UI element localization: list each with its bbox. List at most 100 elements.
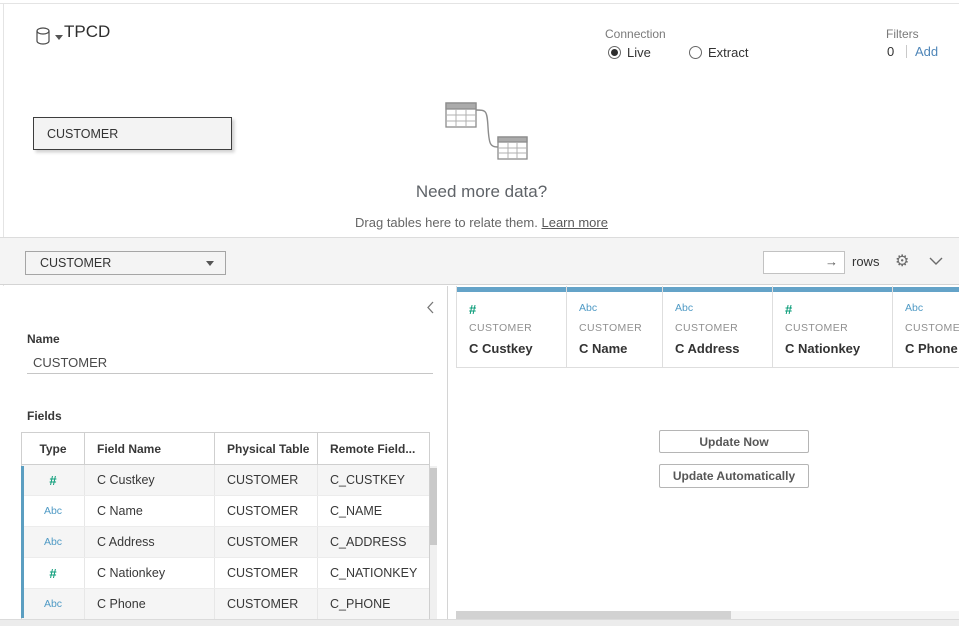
field-name-cell: C Address — [85, 527, 215, 557]
extract-radio-label[interactable]: Extract — [708, 45, 748, 60]
rows-input-box: → — [763, 251, 845, 274]
physical-table-cell: CUSTOMER — [215, 496, 318, 526]
tableau-datasource-page: TPCD Connection Live Extract Filters 0 A… — [0, 0, 959, 626]
add-filter-link[interactable]: Add — [915, 44, 938, 59]
remote-field-cell: C_PHONE — [318, 589, 429, 619]
datasource-header: TPCD Connection Live Extract Filters 0 A… — [4, 4, 959, 94]
column-field-name: C Nationkey — [785, 341, 860, 356]
table-details-toolbar: CUSTOMER → rows ⚙ — [0, 237, 959, 285]
extract-radio[interactable] — [689, 46, 702, 59]
column-table-name: CUSTOMER — [785, 322, 848, 334]
column-header-physical-table[interactable]: Physical Table — [215, 433, 318, 464]
database-icon[interactable] — [35, 27, 51, 46]
field-type-cell: Abc — [22, 589, 85, 619]
field-name-cell: C Custkey — [85, 465, 215, 495]
field-type-icon[interactable]: # — [49, 566, 56, 581]
column-header-remote-field[interactable]: Remote Field... — [318, 433, 429, 464]
column-table-name: CUSTOMER — [579, 322, 642, 334]
field-type-icon[interactable]: Abc — [44, 505, 62, 517]
column-table-name: CUSTOMER — [469, 322, 532, 334]
physical-table-cell: CUSTOMER — [215, 465, 318, 495]
field-type-icon[interactable]: # — [49, 473, 56, 488]
update-now-button[interactable]: Update Now — [659, 430, 809, 453]
filters-count: 0 — [887, 44, 894, 59]
field-type-cell: # — [22, 465, 85, 495]
table-row[interactable]: # C Nationkey CUSTOMER C_NATIONKEY — [22, 558, 429, 589]
grid-column-accent-bar — [773, 287, 892, 292]
rows-label: rows — [852, 254, 879, 269]
grid-column-header[interactable]: Abc CUSTOMER C Phone — [893, 286, 959, 367]
remote-field-cell: C_NAME — [318, 496, 429, 526]
table-row[interactable]: Abc C Phone CUSTOMER C_PHONE — [22, 589, 429, 620]
update-automatically-button[interactable]: Update Automatically — [659, 464, 809, 488]
field-name-cell: C Phone — [85, 589, 215, 619]
column-header-field-name[interactable]: Field Name — [85, 433, 215, 464]
live-radio-label[interactable]: Live — [627, 45, 651, 60]
fields-table: Type Field Name Physical Table Remote Fi… — [21, 432, 437, 620]
chevron-left-icon[interactable] — [426, 301, 434, 314]
fields-table-body: # C Custkey CUSTOMER C_CUSTKEY Abc C Nam… — [21, 465, 430, 620]
column-type-icon: Abc — [905, 302, 923, 314]
table-row[interactable]: # C Custkey CUSTOMER C_CUSTKEY — [22, 465, 429, 496]
grid-column-header[interactable]: # CUSTOMER C Nationkey — [773, 286, 893, 367]
settings-gear-icon[interactable]: ⚙ — [895, 251, 909, 271]
filters-label: Filters — [886, 27, 919, 41]
remote-field-cell: C_ADDRESS — [318, 527, 429, 557]
grid-header-border — [456, 367, 959, 368]
grid-column-accent-bar — [663, 287, 772, 292]
physical-table-cell: CUSTOMER — [215, 527, 318, 557]
field-type-cell: # — [22, 558, 85, 588]
connection-label: Connection — [605, 27, 666, 41]
fields-table-scrollbar[interactable] — [430, 466, 437, 620]
grid-column-header[interactable]: # CUSTOMER C Custkey — [456, 286, 567, 367]
chevron-down-icon — [206, 261, 214, 266]
table-selector-dropdown[interactable]: CUSTOMER — [25, 251, 226, 275]
database-menu-caret-icon[interactable] — [55, 35, 63, 40]
table-row[interactable]: Abc C Name CUSTOMER C_NAME — [22, 496, 429, 527]
column-field-name: C Phone — [905, 341, 958, 356]
column-field-name: C Name — [579, 341, 627, 356]
learn-more-link[interactable]: Learn more — [541, 215, 607, 230]
column-field-name: C Address — [675, 341, 740, 356]
column-header-type[interactable]: Type — [22, 433, 85, 464]
column-type-icon: Abc — [675, 302, 693, 314]
live-radio[interactable] — [608, 46, 621, 59]
remote-field-cell: C_NATIONKEY — [318, 558, 429, 588]
name-field[interactable]: CUSTOMER — [27, 352, 433, 374]
field-name-cell: C Name — [85, 496, 215, 526]
empty-state-subtitle-text: Drag tables here to relate them. — [355, 215, 538, 230]
field-type-icon[interactable]: Abc — [44, 536, 62, 548]
grid-column-header[interactable]: Abc CUSTOMER C Address — [663, 286, 773, 367]
fields-table-accent-bar — [21, 466, 24, 618]
relate-tables-illustration — [437, 97, 531, 163]
datasource-title[interactable]: TPCD — [64, 22, 110, 42]
column-table-name: CUSTOMER — [905, 322, 959, 334]
name-label: Name — [27, 332, 60, 346]
canvas-table-customer[interactable]: CUSTOMER — [33, 117, 232, 150]
field-name-cell: C Nationkey — [85, 558, 215, 588]
field-type-cell: Abc — [22, 496, 85, 526]
filters-divider — [906, 45, 907, 58]
right-arrow-icon: → — [825, 254, 838, 269]
relationship-canvas: CUSTOMER Need more data? Drag tables he — [4, 94, 959, 237]
data-grid-headers: # CUSTOMER C Custkey Abc CUSTOMER C Name… — [456, 286, 959, 367]
table-properties-panel: Name CUSTOMER Fields Type Field Name Phy… — [0, 286, 447, 620]
physical-table-cell: CUSTOMER — [215, 558, 318, 588]
grid-column-header[interactable]: Abc CUSTOMER C Name — [567, 286, 663, 367]
table-row[interactable]: Abc C Address CUSTOMER C_ADDRESS — [22, 527, 429, 558]
field-type-icon[interactable]: Abc — [44, 598, 62, 610]
table-selector-value: CUSTOMER — [26, 256, 206, 270]
empty-state-subtitle: Drag tables here to relate them. Learn m… — [4, 215, 959, 230]
rows-input[interactable] — [766, 252, 825, 275]
bottom-status-strip — [0, 619, 959, 626]
fields-table-header: Type Field Name Physical Table Remote Fi… — [21, 432, 430, 465]
column-type-icon: Abc — [579, 302, 597, 314]
fields-label: Fields — [27, 409, 62, 423]
column-type-icon: # — [469, 302, 476, 317]
remote-field-cell: C_CUSTKEY — [318, 465, 429, 495]
fields-table-scrollbar-thumb[interactable] — [430, 468, 437, 545]
empty-state-title: Need more data? — [4, 182, 959, 202]
physical-table-cell: CUSTOMER — [215, 589, 318, 619]
field-type-cell: Abc — [22, 527, 85, 557]
grid-collapse-chevron-icon[interactable] — [929, 257, 943, 265]
